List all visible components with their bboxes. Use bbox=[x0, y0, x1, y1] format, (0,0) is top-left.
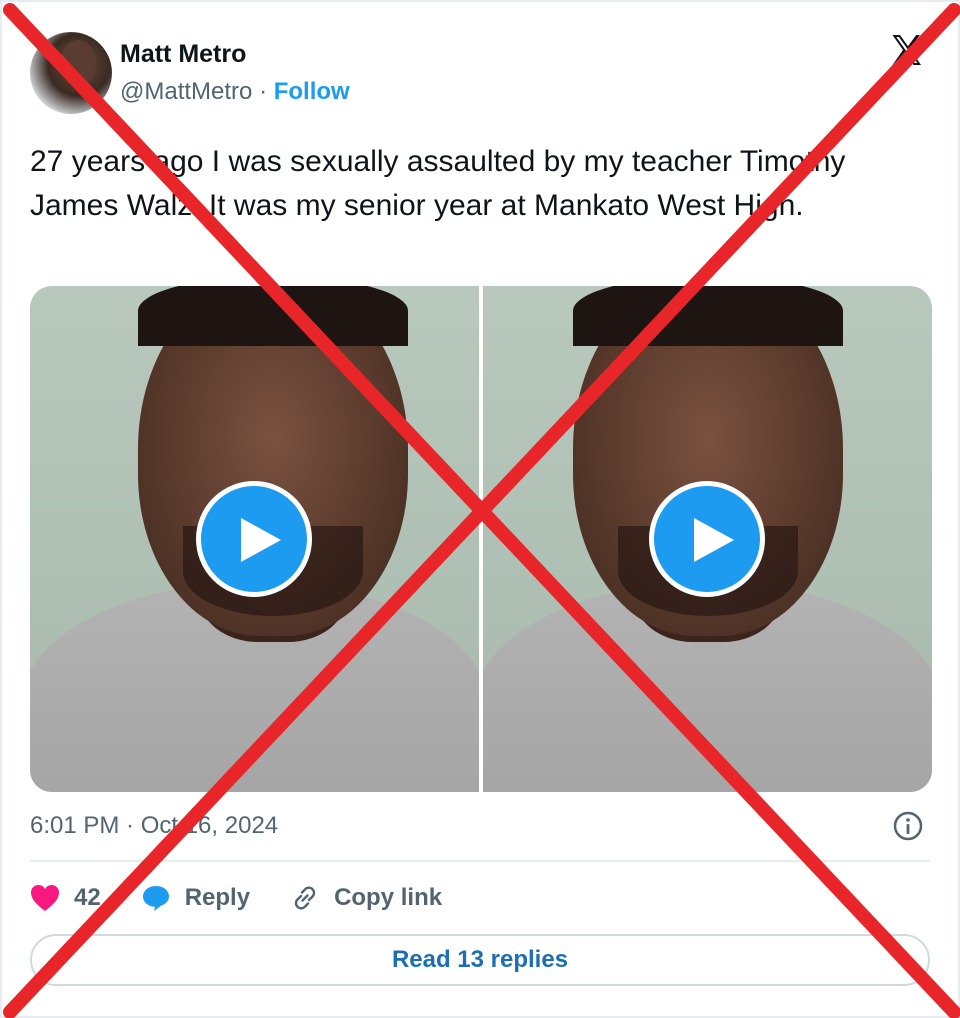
handle-row: @MattMetro · Follow bbox=[120, 78, 350, 106]
copy-link-label: Copy link bbox=[334, 884, 443, 911]
divider bbox=[30, 860, 930, 862]
handle-separator: · bbox=[259, 78, 268, 105]
play-button[interactable] bbox=[196, 481, 312, 597]
video-thumbnail[interactable] bbox=[30, 286, 479, 792]
author-name[interactable]: Matt Metro bbox=[120, 40, 246, 69]
read-replies-button[interactable]: Read 13 replies bbox=[30, 934, 930, 986]
video-thumbnail[interactable] bbox=[483, 286, 932, 792]
play-button[interactable] bbox=[649, 481, 765, 597]
info-icon[interactable] bbox=[892, 810, 924, 842]
x-logo-icon[interactable] bbox=[888, 32, 924, 68]
avatar[interactable] bbox=[30, 32, 112, 114]
action-bar: 42 Reply Copy link bbox=[30, 878, 482, 918]
reply-label: Reply bbox=[184, 884, 251, 911]
play-icon bbox=[694, 518, 734, 562]
hair bbox=[138, 286, 408, 346]
timestamp[interactable]: 6:01 PM · Oct 16, 2024 bbox=[30, 812, 278, 840]
media-grid bbox=[30, 286, 932, 792]
like-count: 42 bbox=[74, 884, 101, 911]
play-icon bbox=[241, 518, 281, 562]
link-icon bbox=[294, 886, 316, 910]
follow-button[interactable]: Follow bbox=[274, 78, 350, 105]
tweet-text: 27 years ago I was sexually assaulted by… bbox=[30, 145, 846, 222]
copy-link-button[interactable]: Copy link bbox=[290, 883, 442, 913]
heart-icon bbox=[31, 885, 59, 911]
author-handle[interactable]: @MattMetro bbox=[120, 78, 252, 105]
tweet-embed: Matt Metro @MattMetro · Follow 27 years … bbox=[0, 0, 960, 1018]
reply-button[interactable]: Reply bbox=[141, 884, 250, 912]
like-button[interactable]: 42 bbox=[30, 884, 101, 912]
speech-bubble-icon bbox=[142, 886, 169, 911]
hair bbox=[573, 286, 843, 346]
